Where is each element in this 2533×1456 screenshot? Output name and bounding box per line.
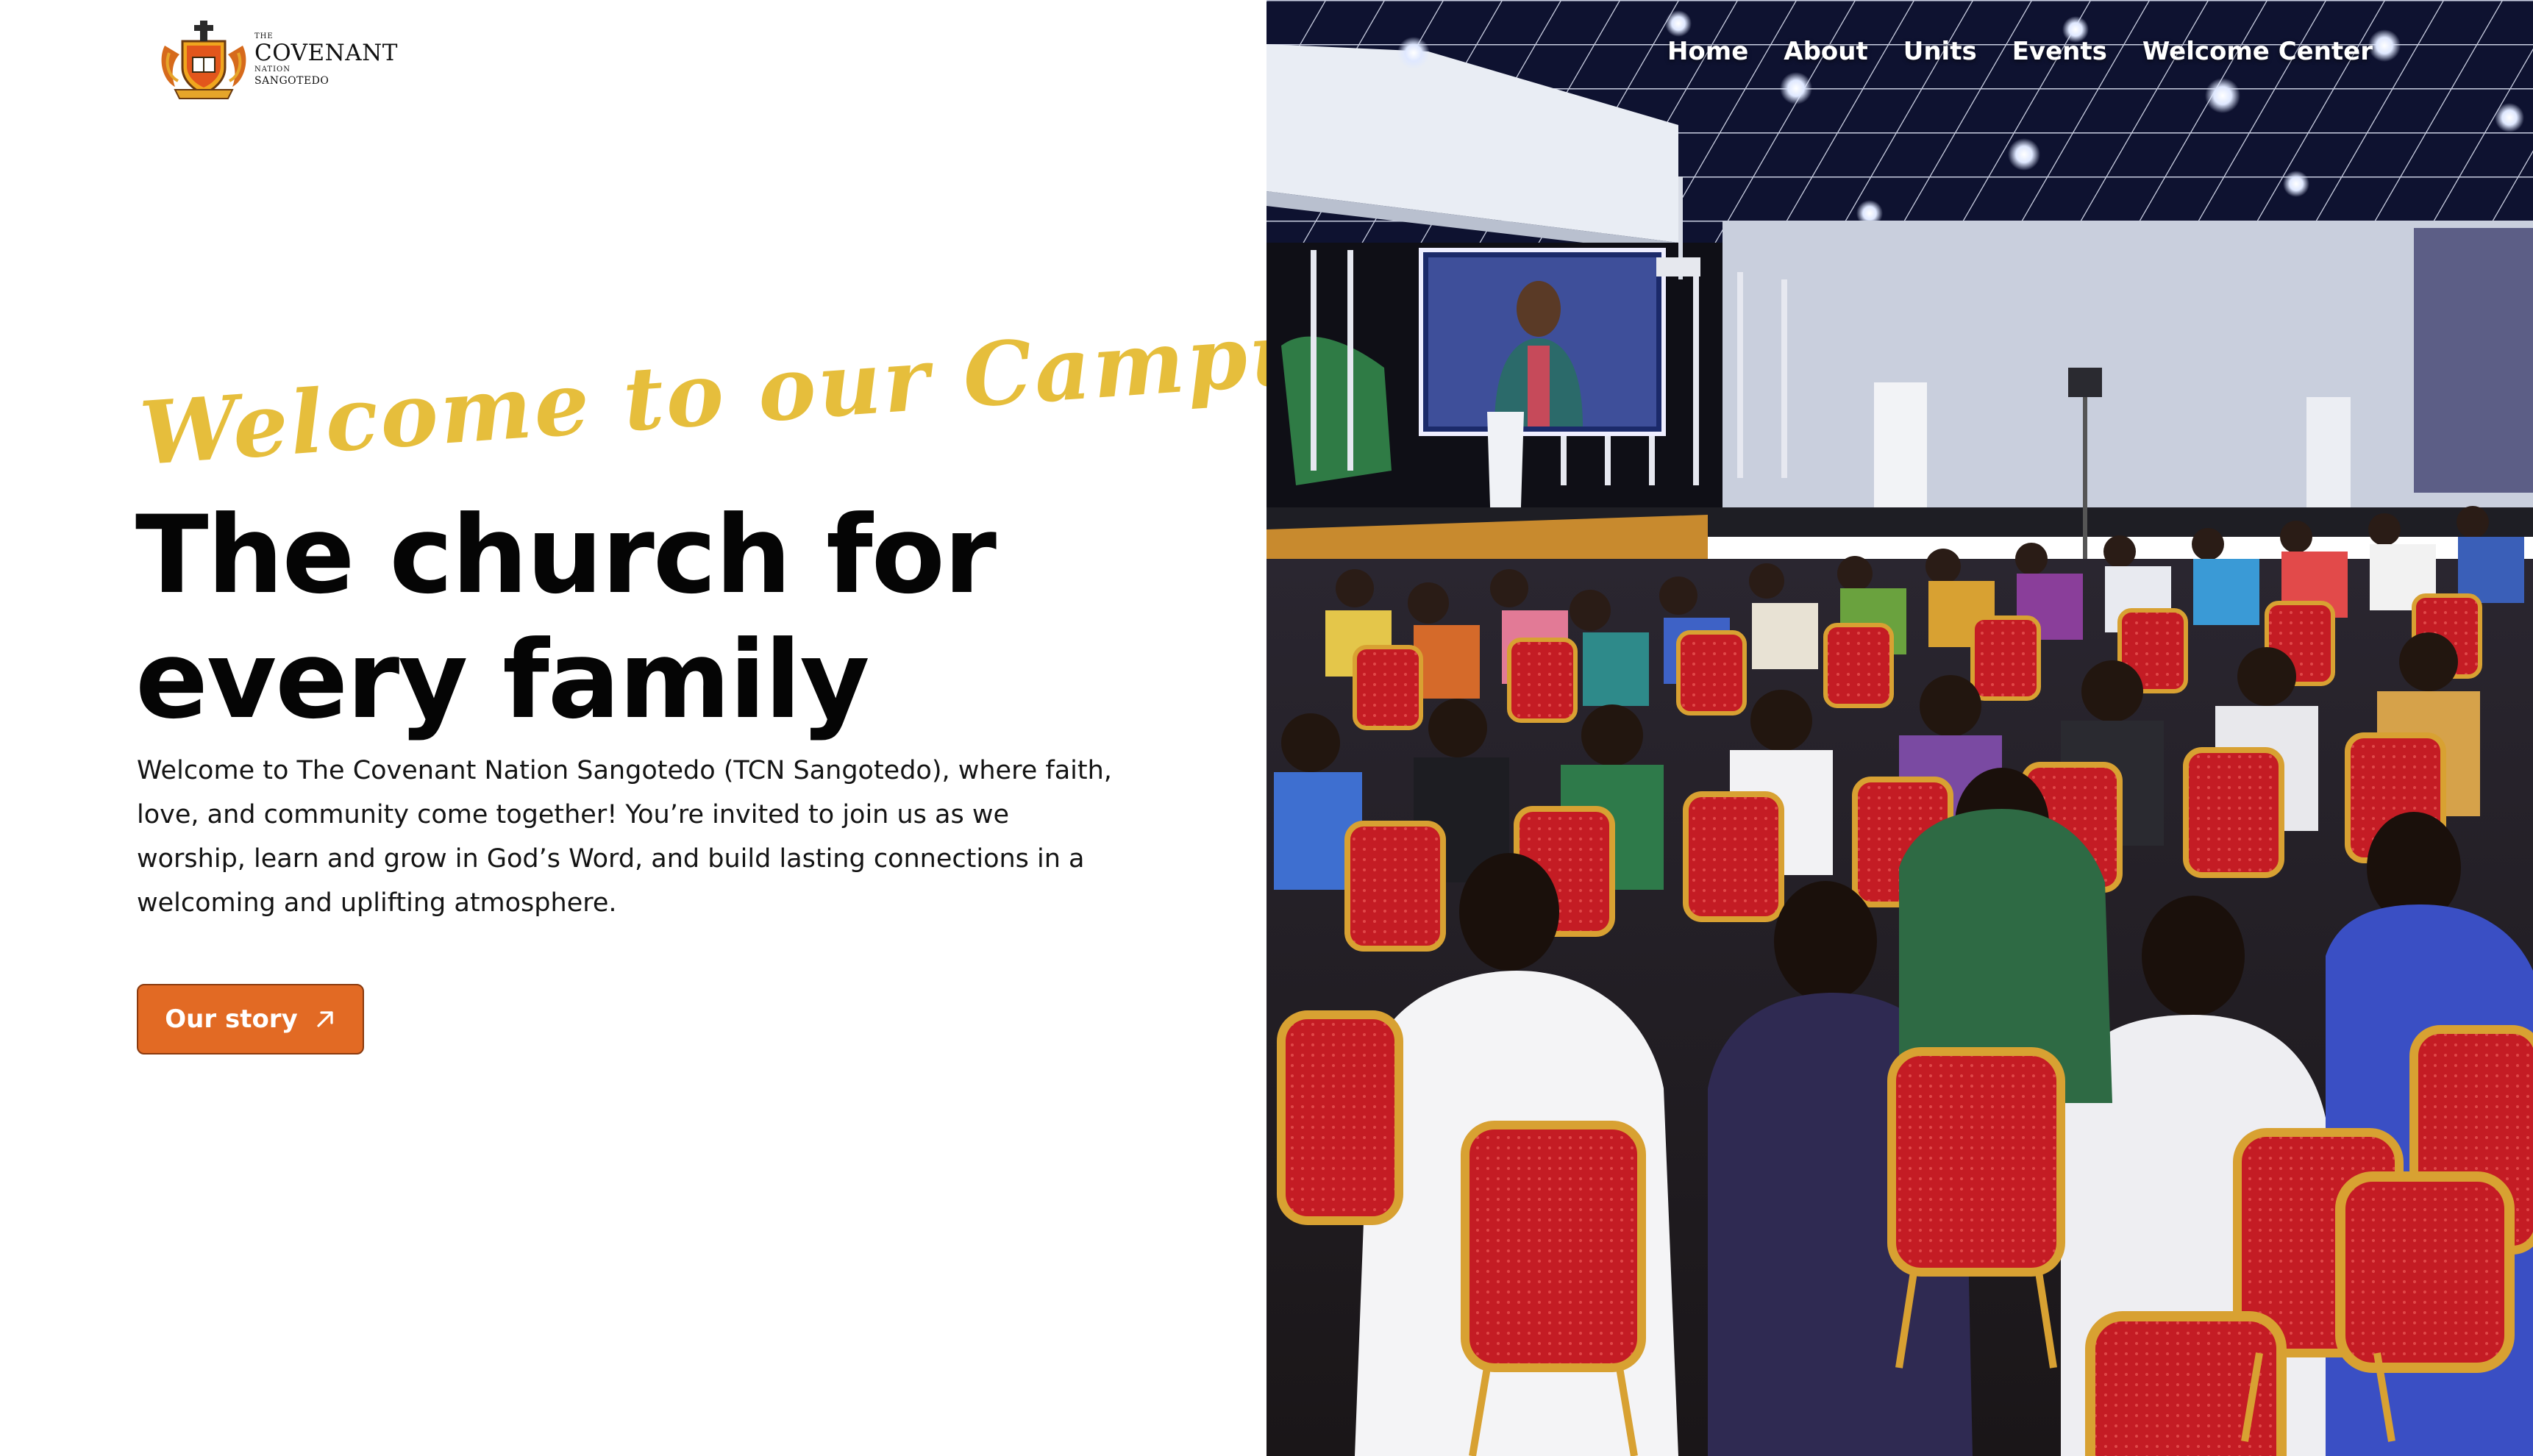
hero-intro-text: Welcome to The Covenant Nation Sangotedo… — [137, 756, 1112, 918]
auditorium-scene-image — [1266, 0, 2533, 1456]
main-navigation: Home About Units Events Welcome Center — [1667, 37, 2373, 66]
crest-icon — [161, 21, 246, 99]
logo-nation: NATION — [254, 65, 291, 74]
church-logo[interactable]: THE COVENANT NATION SANGOTEDO — [157, 16, 397, 103]
our-story-button[interactable]: Our story — [137, 984, 364, 1054]
logo-name: COVENANT — [254, 40, 398, 66]
nav-welcome-center[interactable]: Welcome Center — [2142, 37, 2373, 66]
nav-units[interactable]: Units — [1903, 37, 1977, 66]
our-story-label: Our story — [165, 1004, 298, 1034]
logo-location: SANGOTEDO — [254, 75, 329, 87]
headline-line-1: The church for — [135, 493, 997, 618]
nav-events[interactable]: Events — [2012, 37, 2107, 66]
hero-content-panel: THE COVENANT NATION SANGOTEDO Welcome to… — [0, 0, 1369, 1456]
arrow-up-right-icon — [317, 1011, 333, 1027]
headline-line-2: every family — [135, 618, 870, 743]
nav-home[interactable]: Home — [1667, 37, 1748, 66]
logo-wordmark: THE COVENANT NATION SANGOTEDO — [254, 33, 398, 87]
hero-headline: The church for every family — [135, 493, 1091, 743]
nav-about[interactable]: About — [1784, 37, 1867, 66]
auditorium-photo: Home About Units Events Welcome Center — [1266, 0, 2533, 1456]
